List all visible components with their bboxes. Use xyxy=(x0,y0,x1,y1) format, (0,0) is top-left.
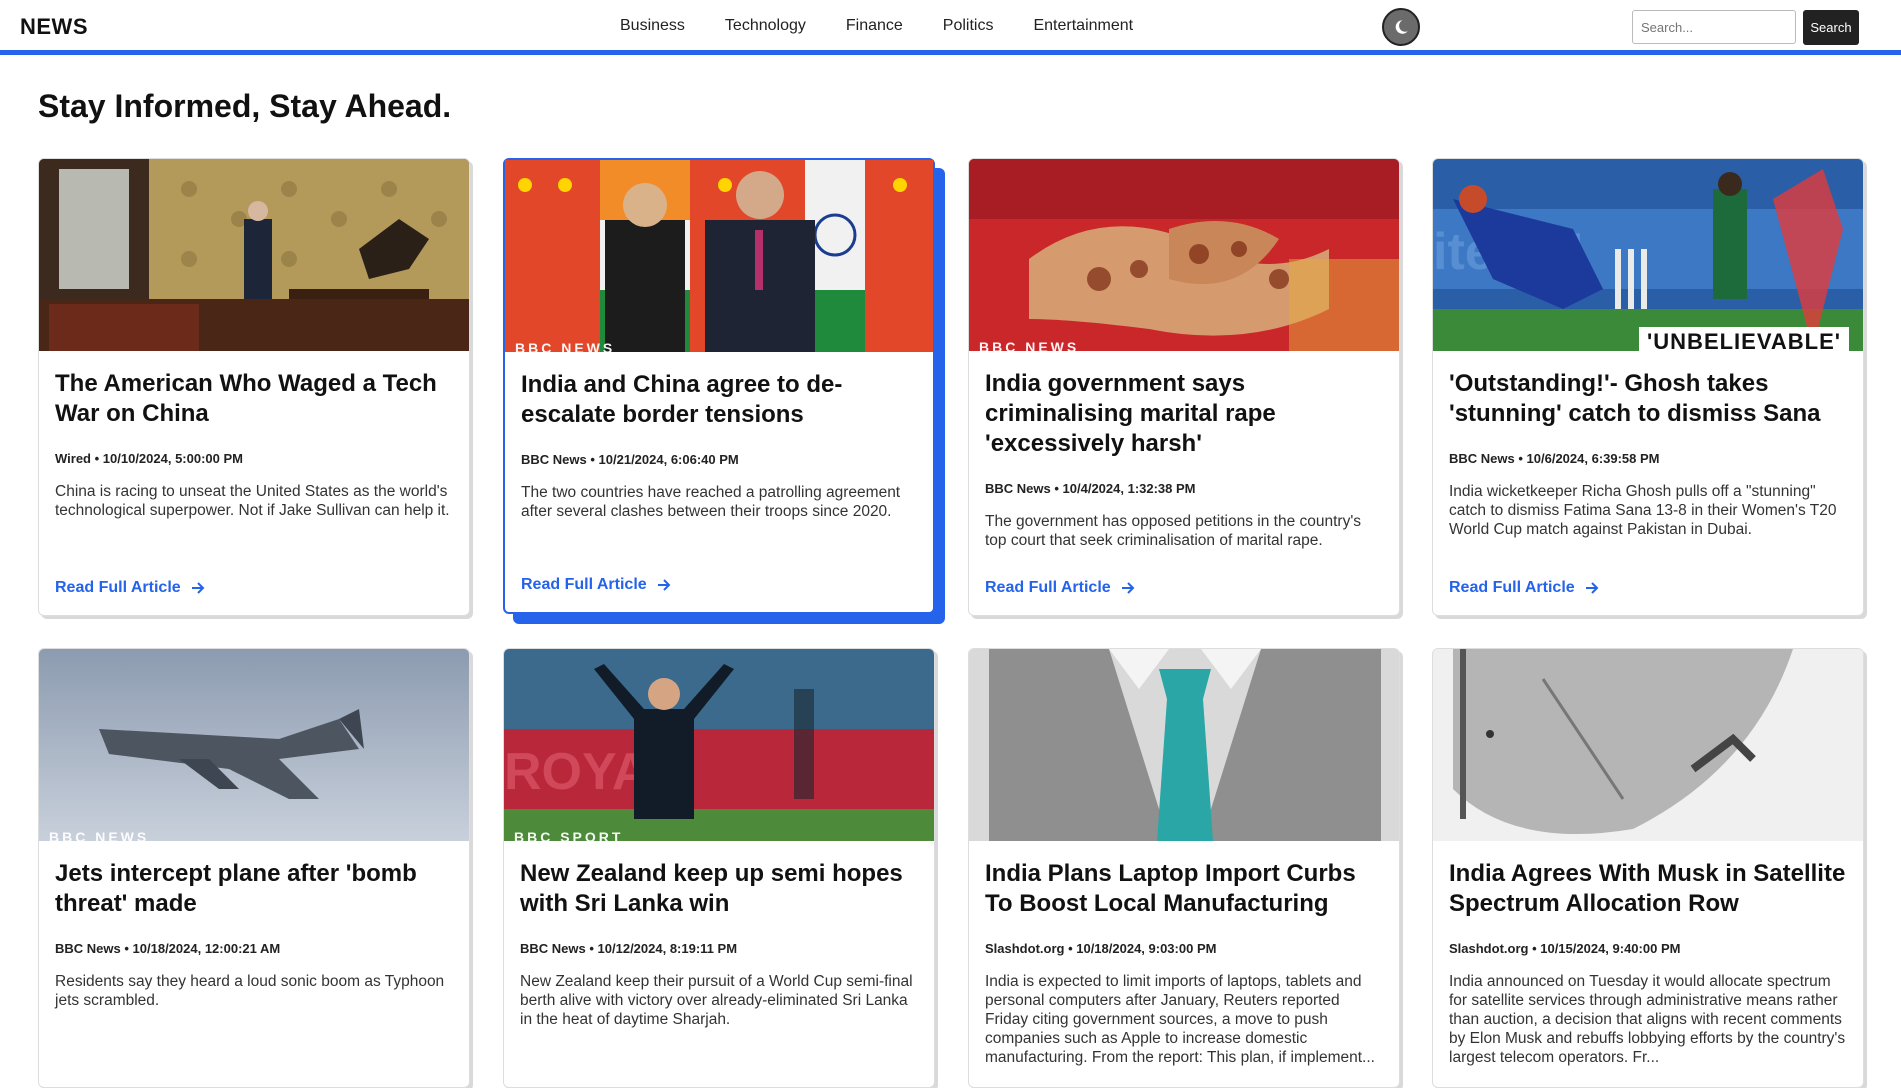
article-source: Slashdot.org xyxy=(985,941,1065,956)
page-headline: Stay Informed, Stay Ahead. xyxy=(38,88,452,124)
article-image xyxy=(969,649,1399,841)
article-source: BBC News xyxy=(521,452,587,467)
article-title[interactable]: India and China agree to de-escalate bor… xyxy=(521,370,917,430)
article-image: ROYAL BBC SPORT xyxy=(504,649,934,841)
article-description: India is expected to limit imports of la… xyxy=(985,973,1375,1066)
article-source: BBC News xyxy=(55,941,121,956)
article-date: 10/6/2024, 6:39:58 PM xyxy=(1526,451,1660,466)
moon-icon xyxy=(1395,20,1408,34)
read-full-article-link[interactable]: Read Full Article xyxy=(1449,579,1599,597)
news-card[interactable]: India Plans Laptop Import Curbs To Boost… xyxy=(968,648,1400,1088)
article-date: 10/10/2024, 5:00:00 PM xyxy=(102,451,243,466)
article-description: India wicketkeeper Richa Ghosh pulls off… xyxy=(1449,483,1837,538)
article-date: 10/15/2024, 9:40:00 PM xyxy=(1540,941,1681,956)
article-date: 10/12/2024, 8:19:11 PM xyxy=(597,941,738,956)
search-input[interactable] xyxy=(1632,10,1796,44)
news-card[interactable]: BBC NEWS India government says criminali… xyxy=(968,158,1400,616)
theme-toggle-button[interactable] xyxy=(1382,8,1420,46)
article-meta: BBC News • 10/4/2024, 1:32:38 PM xyxy=(985,481,1196,496)
read-full-article-link[interactable]: Read Full Article xyxy=(521,576,671,594)
article-source: Slashdot.org xyxy=(1449,941,1529,956)
read-full-article-link[interactable]: Read Full Article xyxy=(985,579,1135,597)
arrow-right-icon xyxy=(657,579,671,591)
article-date: 10/18/2024, 12:00:21 AM xyxy=(132,941,281,956)
article-title[interactable]: New Zealand keep up semi hopes with Sri … xyxy=(520,859,918,919)
article-source: BBC News xyxy=(1449,451,1515,466)
read-more-label: Read Full Article xyxy=(521,576,647,593)
article-image-logo: BBC NEWS xyxy=(515,340,616,352)
article-image: BBC NEWS xyxy=(969,159,1399,351)
article-meta: BBC News • 10/18/2024, 12:00:21 AM xyxy=(55,941,281,956)
article-description: China is racing to unseat the United Sta… xyxy=(55,483,450,519)
read-full-article-link[interactable]: Read Full Article xyxy=(55,579,205,597)
arrow-right-icon xyxy=(1121,582,1135,594)
article-date: 10/21/2024, 6:06:40 PM xyxy=(598,452,739,467)
nav-link-entertainment[interactable]: Entertainment xyxy=(1033,17,1133,35)
article-meta: Slashdot.org • 10/18/2024, 9:03:00 PM xyxy=(985,941,1217,956)
news-card[interactable]: The American Who Waged a Tech War on Chi… xyxy=(38,158,470,616)
nav-link-finance[interactable]: Finance xyxy=(846,17,903,35)
arrow-right-icon xyxy=(1585,582,1599,594)
article-title[interactable]: India Agrees With Musk in Satellite Spec… xyxy=(1449,859,1847,919)
nav-link-politics[interactable]: Politics xyxy=(943,17,994,35)
article-source: BBC News xyxy=(985,481,1051,496)
article-title[interactable]: India Plans Laptop Import Curbs To Boost… xyxy=(985,859,1383,919)
article-description: India announced on Tuesday it would allo… xyxy=(1449,973,1846,1066)
read-more-label: Read Full Article xyxy=(1449,579,1575,596)
article-image-overlay-text: 'UNBELIEVABLE' xyxy=(1639,327,1849,351)
brand-logo[interactable]: NEWS xyxy=(20,14,88,40)
article-title[interactable]: Jets intercept plane after 'bomb threat'… xyxy=(55,859,453,919)
category-nav: Business Technology Finance Politics Ent… xyxy=(620,17,1173,35)
news-card[interactable]: ROYAL BBC SPORT New Zealand keep up semi… xyxy=(503,648,935,1088)
article-image-logo: BBC NEWS xyxy=(49,829,150,841)
nav-link-technology[interactable]: Technology xyxy=(725,17,806,35)
article-description: The two countries have reached a patroll… xyxy=(521,484,901,520)
article-image-logo: BBC NEWS xyxy=(979,339,1080,351)
article-image: BBC NEWS xyxy=(505,160,933,352)
news-card[interactable]: ites FI 'UNBELIEVABLE' 'Outstanding!'- G… xyxy=(1432,158,1864,616)
article-image: BBC NEWS xyxy=(39,649,469,841)
article-source: BBC News xyxy=(520,941,586,956)
article-image xyxy=(1433,649,1863,841)
article-description: The government has opposed petitions in … xyxy=(985,513,1362,549)
article-image-logo: BBC SPORT xyxy=(514,829,624,841)
article-source: Wired xyxy=(55,451,91,466)
article-meta: BBC News • 10/6/2024, 6:39:58 PM xyxy=(1449,451,1660,466)
news-card[interactable]: BBC NEWS India and China agree to de-esc… xyxy=(503,158,935,614)
article-date: 10/18/2024, 9:03:00 PM xyxy=(1076,941,1217,956)
article-meta: Wired • 10/10/2024, 5:00:00 PM xyxy=(55,451,243,466)
article-image: ites FI 'UNBELIEVABLE' xyxy=(1433,159,1863,351)
nav-link-business[interactable]: Business xyxy=(620,17,685,35)
article-meta: Slashdot.org • 10/15/2024, 9:40:00 PM xyxy=(1449,941,1681,956)
article-image xyxy=(39,159,469,351)
arrow-right-icon xyxy=(191,582,205,594)
article-description: New Zealand keep their pursuit of a Worl… xyxy=(520,973,913,1028)
article-meta: BBC News • 10/21/2024, 6:06:40 PM xyxy=(521,452,739,467)
article-title[interactable]: India government says criminalising mari… xyxy=(985,369,1383,459)
read-more-label: Read Full Article xyxy=(55,579,181,596)
article-date: 10/4/2024, 1:32:38 PM xyxy=(1062,481,1196,496)
read-more-label: Read Full Article xyxy=(985,579,1111,596)
article-description: Residents say they heard a loud sonic bo… xyxy=(55,973,445,1009)
news-card[interactable]: BBC NEWS Jets intercept plane after 'bom… xyxy=(38,648,470,1088)
news-card[interactable]: India Agrees With Musk in Satellite Spec… xyxy=(1432,648,1864,1088)
search-button[interactable]: Search xyxy=(1803,10,1859,45)
article-meta: BBC News • 10/12/2024, 8:19:11 PM xyxy=(520,941,738,956)
article-title[interactable]: The American Who Waged a Tech War on Chi… xyxy=(55,369,453,429)
article-title[interactable]: 'Outstanding!'- Ghosh takes 'stunning' c… xyxy=(1449,369,1847,429)
top-navbar: NEWS Business Technology Finance Politic… xyxy=(0,0,1901,55)
